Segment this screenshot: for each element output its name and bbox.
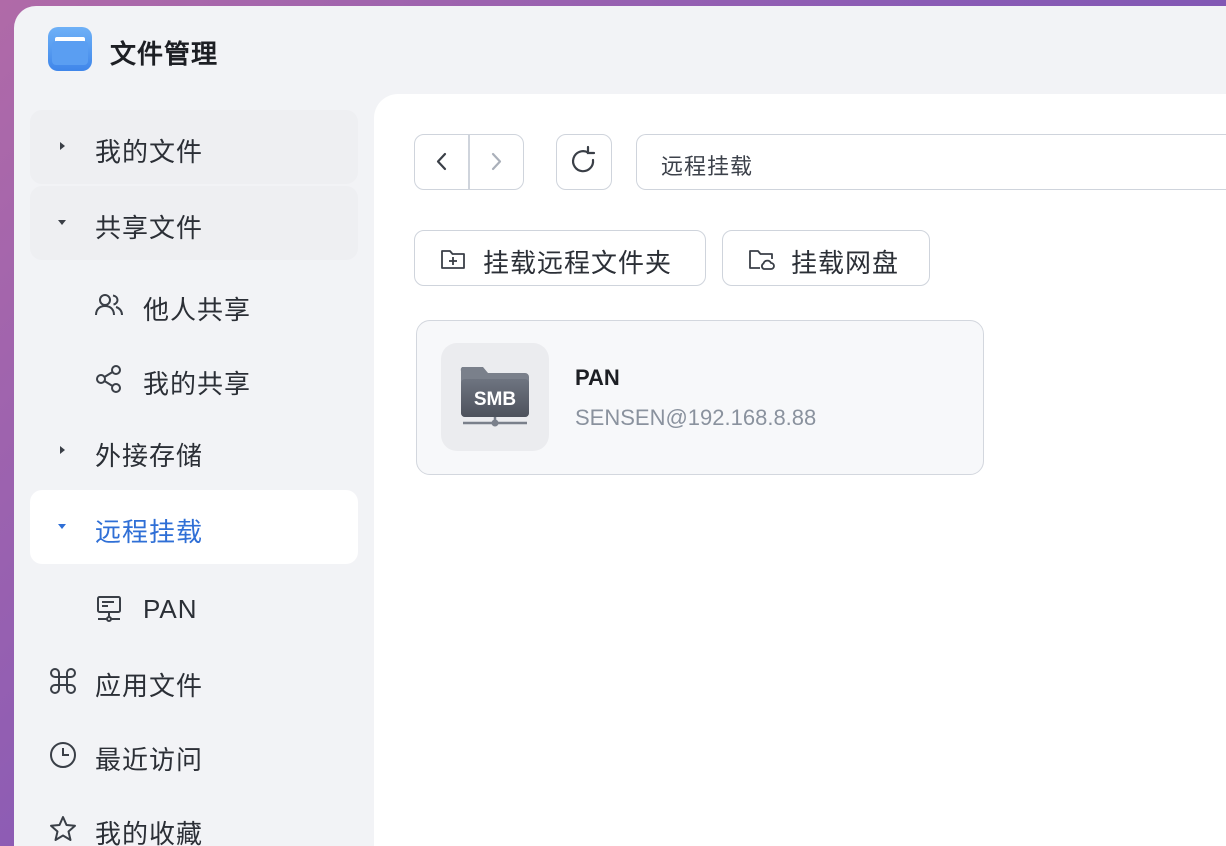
- current-path: 远程挂载: [661, 154, 754, 179]
- sidebar-item-my-files[interactable]: 我的文件: [30, 110, 358, 184]
- sidebar-item-label: 远程挂载: [95, 517, 204, 547]
- folder-add-icon: [441, 250, 465, 269]
- mount-cloud-drive-button[interactable]: 挂载网盘: [722, 230, 930, 286]
- refresh-button[interactable]: [556, 134, 612, 190]
- button-label: 挂载远程文件夹: [483, 248, 673, 278]
- forward-button[interactable]: [470, 135, 523, 189]
- smb-badge-text: SMB: [474, 389, 516, 410]
- mount-remote-folder-button[interactable]: 挂载远程文件夹: [414, 230, 706, 286]
- caret-down-icon: [58, 220, 66, 225]
- caret-right-icon: [60, 142, 65, 150]
- sidebar-item-label: 外接存储: [95, 441, 204, 471]
- share-icon: [96, 365, 121, 393]
- smb-folder-icon: SMB: [460, 367, 529, 427]
- sidebar-item-shared-by-others[interactable]: 他人共享: [30, 272, 358, 336]
- history-nav-group: [414, 134, 524, 190]
- refresh-icon: [571, 145, 596, 173]
- caret-down-icon: [58, 524, 66, 529]
- back-button[interactable]: [415, 135, 468, 189]
- sidebar-item-pan[interactable]: PAN: [30, 576, 358, 640]
- smb-folder-thumbnail: SMB: [441, 343, 549, 451]
- sidebar-item-label: 我的收藏: [95, 819, 204, 846]
- sidebar-item-app-files[interactable]: 应用文件: [30, 644, 358, 718]
- main-content: 远程挂载 挂载远程文件夹 挂载网盘 SMB PAN SENSEN@192.168…: [374, 94, 1226, 846]
- mount-card-pan[interactable]: SMB PAN SENSEN@192.168.8.88: [416, 320, 984, 475]
- sidebar-item-favorites[interactable]: 我的收藏: [30, 792, 358, 846]
- sidebar-item-label: PAN: [143, 594, 198, 624]
- sidebar-item-external-storage[interactable]: 外接存储: [30, 414, 358, 488]
- sidebar: 我的文件 共享文件 他人共享 我的共享 外接存储 远程挂载 PAN 应用文件 最…: [14, 94, 374, 846]
- sidebar-item-remote-mount[interactable]: 远程挂载: [30, 490, 358, 564]
- network-drive-icon: [97, 596, 121, 622]
- path-bar[interactable]: 远程挂载: [636, 134, 1226, 190]
- file-manager-window: 文件管理 我的文件 共享文件 他人共享 我的共享 外接存储 远程挂载 PAN 应…: [14, 6, 1226, 846]
- clock-icon: [50, 742, 76, 768]
- mount-address: SENSEN@192.168.8.88: [575, 405, 817, 430]
- apps-icon: [50, 668, 76, 694]
- sidebar-item-label: 我的共享: [143, 369, 252, 399]
- users-icon: [95, 294, 123, 316]
- sidebar-item-label: 我的文件: [95, 137, 204, 167]
- chevron-right-icon: [491, 152, 502, 171]
- sidebar-item-label: 应用文件: [95, 671, 204, 701]
- caret-right-icon: [60, 446, 65, 454]
- chevron-left-icon: [436, 152, 447, 171]
- folder-app-icon: [48, 27, 92, 71]
- star-icon: [50, 816, 76, 841]
- sidebar-item-shared-files[interactable]: 共享文件: [30, 186, 358, 260]
- app-title: 文件管理: [110, 39, 219, 69]
- button-label: 挂载网盘: [791, 248, 900, 278]
- sidebar-item-label: 最近访问: [95, 745, 204, 775]
- mount-name: PAN: [575, 365, 620, 390]
- sidebar-item-recent[interactable]: 最近访问: [30, 718, 358, 792]
- titlebar: 文件管理: [14, 6, 1226, 94]
- sidebar-item-label: 他人共享: [143, 295, 252, 325]
- sidebar-item-label: 共享文件: [95, 213, 204, 243]
- folder-cloud-icon: [749, 250, 775, 270]
- sidebar-item-my-shares[interactable]: 我的共享: [30, 346, 358, 410]
